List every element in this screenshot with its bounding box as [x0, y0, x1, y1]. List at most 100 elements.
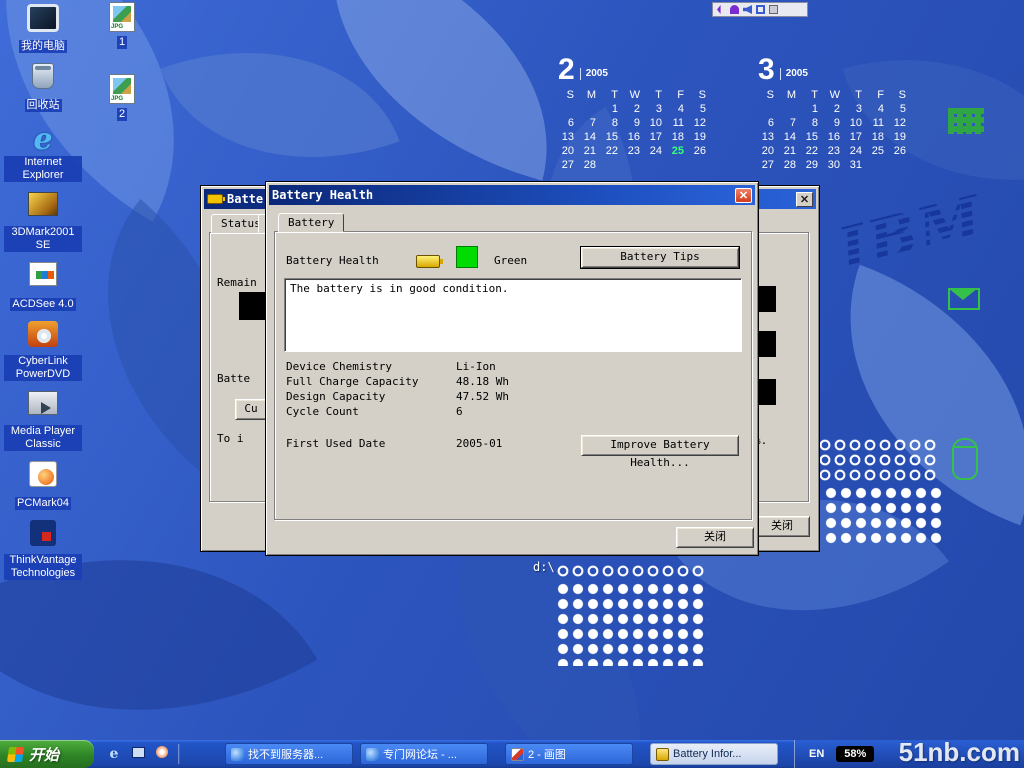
condition-textbox[interactable]: The battery is in good condition. — [284, 278, 742, 352]
calendar-day: 6 — [556, 116, 578, 130]
mini-toolbar — [712, 2, 808, 17]
desktop-icon-recycle-bin[interactable]: 回收站 — [4, 63, 82, 113]
tab-battery[interactable]: Battery — [278, 213, 344, 232]
desktop-file-2[interactable]: JPG 2 — [96, 74, 148, 122]
calendar-day: 18 — [666, 130, 688, 144]
desktop-icon-mpc[interactable]: Media Player Classic — [4, 391, 82, 452]
desktop-icon-label: 回收站 — [25, 99, 62, 112]
calendar-day: 22 — [600, 144, 622, 158]
desktop-icon-acdsee[interactable]: ACDSee 4.0 — [4, 262, 82, 312]
system-tray: EN 58% — [794, 740, 1024, 768]
file-label: 2 — [117, 108, 127, 121]
calendar-day-header: S — [556, 88, 578, 102]
jpg-badge: JPG — [111, 24, 123, 30]
close-icon[interactable] — [796, 192, 813, 207]
speaker-icon[interactable] — [743, 5, 752, 14]
remaining-label: Remain — [217, 276, 257, 289]
quicklaunch-desktop-icon[interactable] — [128, 744, 148, 764]
calendar-month: 2 — [558, 56, 575, 84]
arrows-icon[interactable] — [717, 5, 726, 14]
battery-tips-button[interactable]: Battery Tips — [581, 247, 739, 268]
desktop-icon-threedmark[interactable]: 3DMark2001 SE — [4, 192, 82, 253]
battery-label: Batte — [217, 372, 250, 385]
battery-indicator[interactable]: 58% — [836, 746, 874, 762]
detail-value: 47.52 Wh — [456, 390, 509, 405]
calendar-day: 10 — [844, 116, 866, 130]
calendar-day-header: F — [866, 88, 888, 102]
close-icon[interactable] — [735, 188, 752, 203]
ie-icon — [26, 122, 60, 157]
dialog-titlebar[interactable]: Battery Health — [269, 185, 755, 205]
taskbar-task[interactable]: 专门网论坛 - ... — [360, 743, 488, 765]
language-indicator[interactable]: EN — [809, 748, 824, 760]
calendar-header: 2 2005 — [556, 56, 714, 84]
battery-icon — [416, 255, 440, 268]
display-icon[interactable] — [756, 5, 765, 14]
calendar-day — [600, 158, 622, 172]
calendar-day — [688, 158, 710, 172]
desktop-icon-thinkvantage[interactable]: ThinkVantage Technologies — [4, 520, 82, 581]
calendar-day: 27 — [756, 158, 778, 172]
threedmark-icon — [28, 192, 58, 216]
calendar-day — [666, 158, 688, 172]
desktop-icon-label: Internet Explorer — [4, 156, 82, 182]
drive-label: d:\ — [533, 560, 555, 574]
calendar-day: 11 — [666, 116, 688, 130]
calendar-day: 17 — [844, 130, 866, 144]
envelope-icon — [948, 288, 980, 310]
calendar-day — [622, 158, 644, 172]
calendar-day: 13 — [756, 130, 778, 144]
close-window-button[interactable]: 关闭 — [754, 516, 810, 537]
calendar-day: 27 — [556, 158, 578, 172]
detail-label: Design Capacity — [286, 390, 456, 405]
calendar-day: 29 — [800, 158, 822, 172]
mic-icon[interactable] — [730, 5, 739, 14]
detail-value: 6 — [456, 405, 463, 420]
dots-pattern — [556, 582, 708, 666]
taskbar-task[interactable]: Battery Infor... — [650, 743, 778, 765]
calendar-day-header: S — [756, 88, 778, 102]
detail-value: 48.18 Wh — [456, 375, 509, 390]
improve-battery-health-button[interactable]: Improve Battery Health... — [581, 435, 739, 456]
cu-button[interactable]: Cu — [235, 399, 267, 420]
jpg-file-icon: JPG — [109, 2, 135, 32]
calendar-day: 28 — [778, 158, 800, 172]
calendar-day: 21 — [778, 144, 800, 158]
health-status-swatch — [456, 246, 478, 268]
calendar-day: 4 — [666, 102, 688, 116]
calendar-day-header: M — [578, 88, 600, 102]
calendar-day: 5 — [888, 102, 910, 116]
desktop-file-1[interactable]: JPG 1 — [96, 2, 148, 50]
calendar-year: 2005 — [580, 68, 608, 80]
calendar-day: 7 — [578, 116, 600, 130]
notes-icon[interactable] — [769, 5, 778, 14]
calendar-day — [578, 102, 600, 116]
calendar-day: 15 — [800, 130, 822, 144]
calendar-day: 30 — [822, 158, 844, 172]
desktop-icon-powerdvd[interactable]: CyberLink PowerDVD — [4, 321, 82, 382]
calendar-day: 4 — [866, 102, 888, 116]
taskbar-task[interactable]: 找不到服务器... — [225, 743, 353, 765]
start-button[interactable]: 开始 — [0, 740, 94, 768]
calendar-day: 10 — [644, 116, 666, 130]
calendar-header: 3 2005 — [756, 56, 914, 84]
desktop-icon-label: Media Player Classic — [4, 425, 82, 451]
taskbar-task[interactable]: 2 - 画图 — [505, 743, 633, 765]
quicklaunch-media-icon[interactable] — [152, 744, 172, 764]
quicklaunch-ie-icon[interactable]: e — [104, 744, 124, 764]
calendar-february: 2 2005 SMTWTFS12345678910111213141516171… — [556, 56, 714, 172]
taskbar-divider — [178, 744, 180, 764]
calendar-day: 16 — [622, 130, 644, 144]
calendar-day: 26 — [688, 144, 710, 158]
detail-label: Device Chemistry — [286, 360, 456, 375]
desktop-icon-ie[interactable]: Internet Explorer — [4, 122, 82, 183]
calendar-day: 9 — [822, 116, 844, 130]
detail-value: Li-Ion — [456, 360, 496, 375]
desktop-icon-my-computer[interactable]: 我的电脑 — [4, 4, 82, 54]
dialog-close-button[interactable]: 关闭 — [676, 527, 754, 548]
desktop-icon-pcmark[interactable]: PCMark04 — [4, 461, 82, 511]
calendar-day-header: M — [778, 88, 800, 102]
pcmark-icon — [29, 461, 57, 487]
task-label: 2 - 画图 — [528, 746, 566, 762]
dots-pattern — [556, 564, 706, 580]
